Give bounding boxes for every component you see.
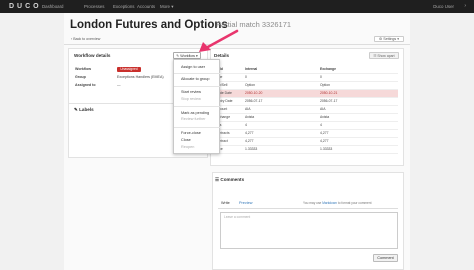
markdown-hint-prefix: You may use [303,201,322,205]
row-internal: 2050-10-20 [245,91,263,95]
nav-accounts[interactable]: Accounts [137,3,155,10]
row-internal: Option [245,83,255,87]
menu-item-review-further: Review further [181,117,206,121]
tab-divider [218,208,398,209]
row-exchange: AIA [320,107,326,111]
table-row: Account AIA AIA [212,106,398,114]
menu-item-stop-review: Stop review [181,97,201,101]
nav-dashboard[interactable]: Dashboard [42,3,63,10]
workflow-label: Workflow [75,67,92,71]
table-row: Contract 4,277 4,277 [212,138,398,146]
comment-placeholder: Leave a comment [224,215,251,219]
duco-logo[interactable]: DUCO [9,2,42,11]
nav-processes[interactable]: Processes [84,3,105,10]
nav-exceptions[interactable]: Exceptions [113,3,134,10]
menu-item-start-review[interactable]: Start review [181,90,201,95]
status-badge: Unassigned [117,67,141,72]
row-exchange: Avista [320,115,330,119]
back-to-overview-link[interactable]: ‹ Back to overview [71,37,100,42]
nav-more[interactable]: More ▾ [160,3,173,10]
settings-button[interactable]: ⚙ Settings ▾ [374,36,404,42]
show-apart-button[interactable]: ☷ Show apart [369,52,399,59]
row-internal: AIA [245,107,251,111]
table-row: Type 0 0 [212,74,398,82]
menu-divider [174,86,221,87]
row-internal: 4 [245,123,247,127]
menu-divider [174,106,221,107]
comments-panel-title: ☰ Comments [215,177,245,182]
assigned-to-label: Assigned to [75,83,96,87]
menu-item-force-close[interactable]: Force-close [181,131,201,136]
row-internal: 1.33333 [245,147,258,151]
table-row: Expiry Date 2056-07-17 2056-07-17 [212,98,398,106]
menu-divider [174,127,221,128]
menu-item-assign-to-user[interactable]: Assign to user [181,65,205,70]
tab-write[interactable]: Write [221,201,230,206]
top-nav-bar: DUCO Dashboard Processes Exceptions Acco… [0,0,474,13]
row-exchange: Option [320,83,330,87]
table-row: Contracts 4,277 4,277 [212,130,398,138]
table-row-mismatch: Trade Date 2050-10-20 2050-10-21 [212,90,398,98]
row-exchange: 0 [320,75,322,79]
table-row: Exchange Avista Avista [212,114,398,122]
table-header-row: Field Internal Exchange [212,66,398,74]
row-internal: 0 [245,75,247,79]
row-exchange: 4,277 [320,131,329,135]
markdown-hint-suffix: to format your comment [337,201,372,205]
table-row: Price 1.33333 1.33333 [212,146,398,154]
table-row: Buy/Sell Option Option [212,82,398,90]
row-exchange: 1.33333 [320,147,333,151]
row-exchange: 4,277 [320,139,329,143]
row-internal: 4,277 [245,131,254,135]
annotation-arrow-icon [199,29,239,52]
menu-item-reopen: Reopen [181,145,195,149]
row-internal: 4,277 [245,139,254,143]
menu-divider [174,73,221,74]
tab-preview[interactable]: Preview [239,201,253,206]
markdown-hint: You may use Markdown to format your comm… [303,201,371,206]
group-label: Group [75,75,86,79]
user-menu[interactable]: Duco User [433,3,454,10]
row-exchange: 4 [320,123,322,127]
row-internal: Avista [245,115,255,119]
group-value: Exceptions Handlers (EMEA) [117,75,164,79]
comment-button[interactable]: Comment [373,254,398,262]
markdown-link[interactable]: Markdown [322,201,337,205]
column-header-exchange: Exchange [320,67,337,71]
workflow-panel-title: Workflow details [74,53,111,58]
assigned-to-value: — [117,83,121,87]
menu-item-close[interactable]: Close [181,138,191,143]
row-internal: 2056-07-17 [245,99,263,103]
logout-icon[interactable]: › [464,3,466,10]
menu-item-mark-as-pending[interactable]: Mark as pending [181,111,209,116]
table-row: Lots 4 4 [212,122,398,130]
row-exchange: 2050-10-21 [320,91,338,95]
menu-item-allocate-to-group[interactable]: Allocate to group [181,77,210,82]
workflow-dropdown-menu: Assign to user Allocate to group Start r… [173,59,221,154]
labels-panel-title[interactable]: ✎ Labels [74,107,94,113]
column-header-internal: Internal [245,67,258,71]
row-exchange: 2056-07-17 [320,99,338,103]
